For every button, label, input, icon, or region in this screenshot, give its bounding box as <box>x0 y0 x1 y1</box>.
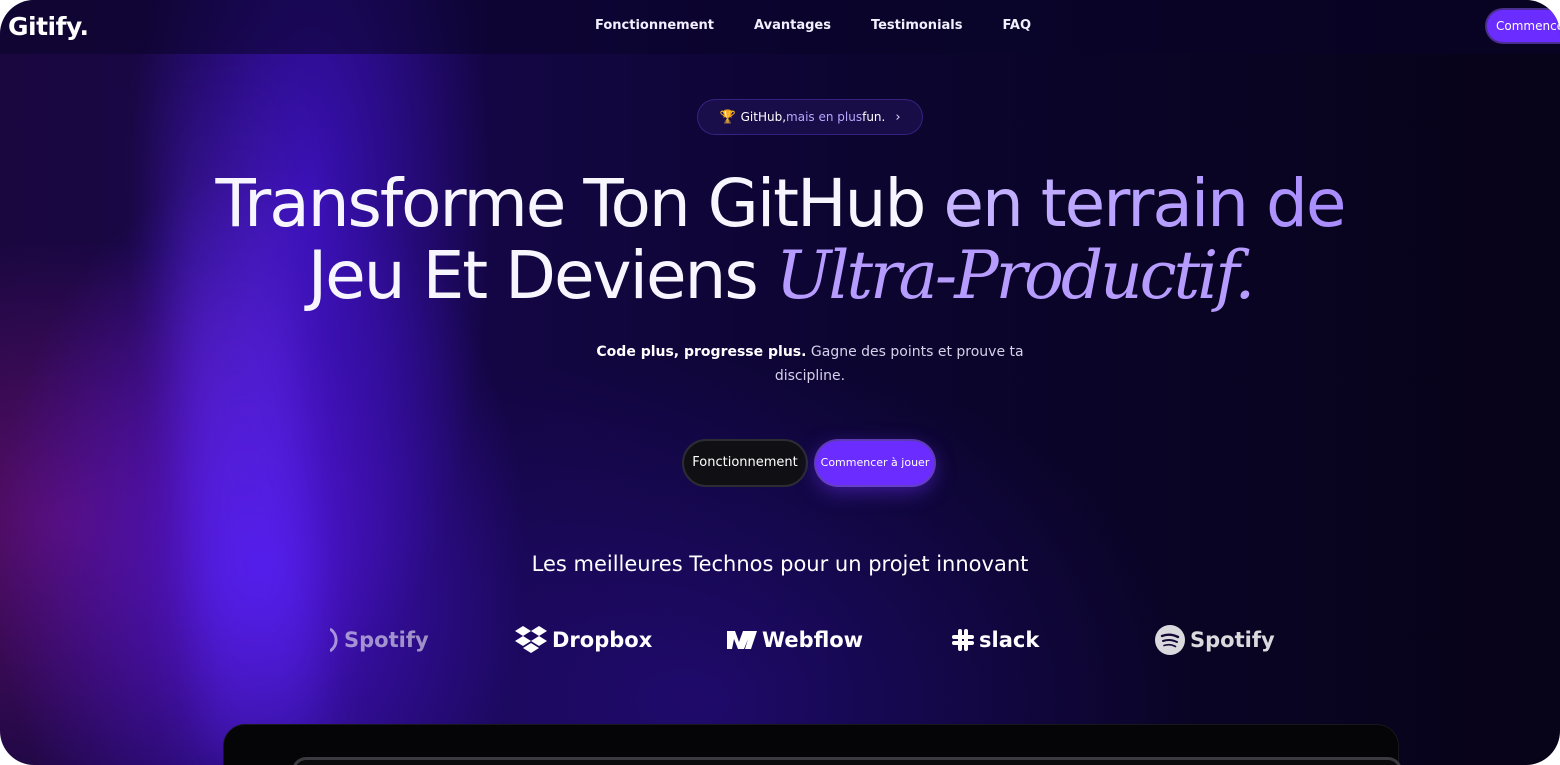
logo-slack: slack <box>951 620 1039 660</box>
logo-label: Spotify <box>344 628 429 652</box>
navbar: Gitify. Fonctionnement Avantages Testimo… <box>0 0 1560 54</box>
commencer-a-jouer-button[interactable]: Commencer à jouer <box>816 441 934 485</box>
site-logo[interactable]: Gitify. <box>8 12 89 41</box>
spotify-icon <box>1155 625 1185 655</box>
logo-label: Dropbox <box>552 628 653 652</box>
logo-label: Webflow <box>762 628 864 652</box>
spotify-icon <box>330 627 338 653</box>
chevron-right-icon: › <box>895 109 901 125</box>
badge-text-github: GitHub, <box>740 110 787 124</box>
fonctionnement-button[interactable]: Fonctionnement <box>682 439 808 487</box>
techs-title: Les meilleures Technos pour un projet in… <box>531 552 1029 576</box>
headline-line1-gradient: en terrain de <box>924 165 1346 242</box>
logo-webflow: Webflow <box>726 620 863 660</box>
hero-headline: Transforme Ton GitHub en terrain de Jeu … <box>0 168 1560 312</box>
logo-dropbox: Dropbox <box>514 620 652 660</box>
app-preview-screen <box>292 757 1402 765</box>
nav-link-avantages[interactable]: Avantages <box>754 18 831 33</box>
hero-subtitle: Code plus, progresse plus. Gagne des poi… <box>580 340 1040 388</box>
nav-link-faq[interactable]: FAQ <box>1003 18 1032 33</box>
headline-line2-white: Jeu Et Deviens <box>307 237 776 314</box>
nav-cta-button[interactable]: Commencer <box>1487 10 1560 42</box>
nav-links: Fonctionnement Avantages Testimonials FA… <box>595 18 1071 33</box>
logo-label: slack <box>979 628 1040 652</box>
logo-spotify: Spotify <box>1154 620 1275 660</box>
logo-spotify-faded: Spotify <box>330 620 429 660</box>
tech-logos-row: Spotify Dropbox Webflow slack Spotify <box>0 620 1560 660</box>
subtitle-rest: Gagne des points et prouve ta discipline… <box>774 344 1024 384</box>
badge-text-fun: fun. <box>862 110 886 124</box>
slack-icon <box>952 629 974 651</box>
nav-link-testimonials[interactable]: Testimonials <box>871 18 963 33</box>
trophy-icon: 🏆 <box>719 109 736 125</box>
announcement-badge[interactable]: 🏆 GitHub, mais en plus fun. › <box>697 99 923 135</box>
headline-line2-italic: Ultra-Productif. <box>775 237 1256 314</box>
headline-line1-white: Transforme Ton GitHub <box>215 165 927 242</box>
nav-link-fonctionnement[interactable]: Fonctionnement <box>595 18 714 33</box>
subtitle-bold: Code plus, progresse plus. <box>596 344 807 360</box>
webflow-icon <box>727 631 757 649</box>
page-frame: Gitify. Fonctionnement Avantages Testimo… <box>0 0 1560 765</box>
logo-label: Spotify <box>1190 628 1275 652</box>
dropbox-icon <box>515 626 547 653</box>
app-preview-mockup <box>223 724 1402 765</box>
badge-text-mais: mais en plus <box>786 110 863 124</box>
